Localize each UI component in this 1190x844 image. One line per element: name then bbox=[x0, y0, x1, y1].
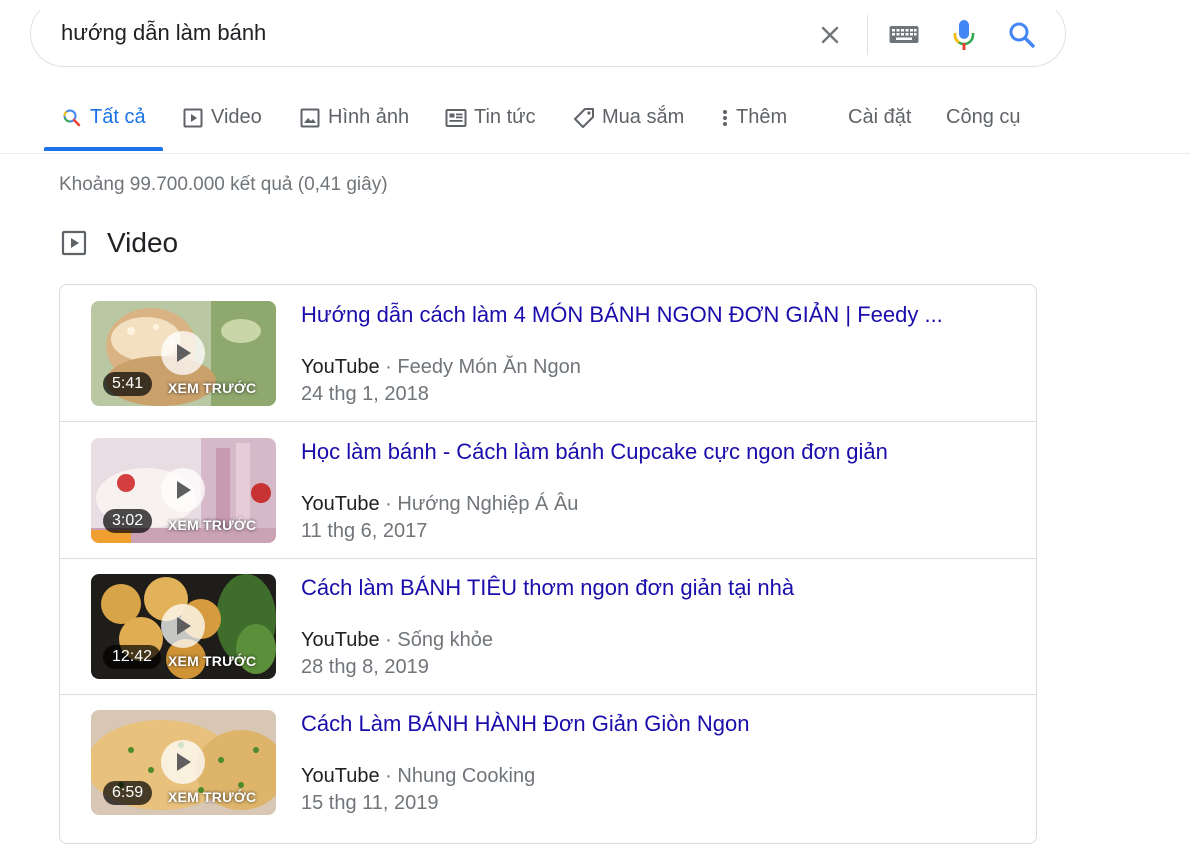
video-title-link[interactable]: Học làm bánh - Cách làm bánh Cupcake cực… bbox=[301, 438, 1011, 466]
preview-label: XEM TRƯỚC bbox=[168, 789, 257, 805]
video-date: 28 thg 8, 2019 bbox=[301, 656, 429, 678]
video-channel: Nhung Cooking bbox=[397, 765, 536, 787]
clear-icon[interactable] bbox=[813, 18, 847, 52]
video-thumbnail[interactable]: 12:42 XEM TRƯỚC bbox=[91, 574, 276, 679]
tag-icon bbox=[572, 106, 596, 130]
video-source: YouTube bbox=[301, 356, 380, 378]
video-thumbnail[interactable]: 5:41 XEM TRƯỚC bbox=[91, 301, 276, 406]
tab-label: Tin tức bbox=[474, 106, 536, 128]
video-title-link[interactable]: Hướng dẫn cách làm 4 MÓN BÁNH NGON ĐƠN G… bbox=[301, 301, 1011, 329]
preview-label: XEM TRƯỚC bbox=[168, 517, 257, 533]
meta-separator: · bbox=[379, 765, 398, 787]
video-title-link[interactable]: Cách làm BÁNH TIÊU thơm ngon đơn giản tạ… bbox=[301, 574, 1011, 602]
meta-separator: · bbox=[379, 493, 398, 515]
play-box-icon bbox=[181, 106, 205, 130]
video-meta: YouTube · Hướng Nghiệp Á Âu bbox=[301, 491, 578, 517]
meta-separator: · bbox=[379, 356, 398, 378]
video-date: 11 thg 6, 2017 bbox=[301, 520, 428, 542]
tab-video[interactable]: Video bbox=[181, 95, 262, 151]
tabs-divider bbox=[0, 153, 1190, 154]
tab-news[interactable]: Tin tức bbox=[444, 95, 536, 151]
tab-images[interactable]: Hình ảnh bbox=[298, 95, 409, 151]
video-date: 24 thg 1, 2018 bbox=[301, 383, 429, 405]
video-duration: 3:02 bbox=[103, 509, 153, 533]
search-icon[interactable] bbox=[1005, 18, 1039, 52]
video-result[interactable]: 6:59 XEM TRƯỚC Cách Làm BÁNH HÀNH Đơn Gi… bbox=[60, 694, 1036, 831]
video-duration: 12:42 bbox=[103, 645, 162, 669]
video-meta: YouTube · Nhung Cooking bbox=[301, 763, 535, 789]
search-box-divider bbox=[867, 15, 868, 55]
tab-more[interactable]: Thêm bbox=[718, 95, 787, 151]
tab-label: Công cụ bbox=[946, 106, 1021, 128]
video-carousel: 5:41 XEM TRƯỚC Hướng dẫn cách làm 4 MÓN … bbox=[59, 284, 1037, 844]
video-result[interactable]: 12:42 XEM TRƯỚC Cách làm BÁNH TIÊU thơm … bbox=[60, 558, 1036, 695]
play-icon[interactable] bbox=[161, 468, 205, 512]
video-result[interactable]: 5:41 XEM TRƯỚC Hướng dẫn cách làm 4 MÓN … bbox=[60, 285, 1036, 422]
video-meta: YouTube · Feedy Món Ăn Ngon bbox=[301, 354, 581, 380]
play-icon[interactable] bbox=[161, 604, 205, 648]
tab-label: Hình ảnh bbox=[328, 106, 410, 128]
tab-shopping[interactable]: Mua sắm bbox=[572, 95, 684, 151]
image-icon bbox=[298, 106, 322, 130]
video-title-link[interactable]: Cách Làm BÁNH HÀNH Đơn Giản Giòn Ngon bbox=[301, 710, 1011, 738]
play-icon[interactable] bbox=[161, 331, 205, 375]
search-input[interactable]: hướng dẫn làm bánh bbox=[61, 20, 266, 46]
tab-tools[interactable]: Công cụ bbox=[946, 95, 1021, 151]
tab-label: Thêm bbox=[736, 106, 788, 128]
mic-icon[interactable] bbox=[947, 18, 981, 52]
more-vert-icon bbox=[718, 106, 732, 130]
video-duration: 5:41 bbox=[103, 372, 153, 396]
meta-separator: · bbox=[379, 629, 398, 651]
video-result[interactable]: 3:02 XEM TRƯỚC Học làm bánh - Cách làm b… bbox=[60, 422, 1036, 559]
active-tab-indicator bbox=[44, 147, 163, 151]
preview-label: XEM TRƯỚC bbox=[168, 653, 257, 669]
video-date: 15 thg 11, 2019 bbox=[301, 792, 439, 814]
video-channel: Sống khỏe bbox=[397, 629, 494, 651]
result-stats: Khoảng 99.700.000 kết quả (0,41 giây) bbox=[59, 174, 388, 195]
keyboard-icon[interactable] bbox=[887, 18, 921, 52]
play-box-icon bbox=[60, 229, 88, 257]
video-source: YouTube bbox=[301, 765, 380, 787]
video-channel: Hướng Nghiệp Á Âu bbox=[397, 493, 579, 515]
tab-all[interactable]: Tất cả bbox=[60, 95, 146, 151]
video-source: YouTube bbox=[301, 493, 380, 515]
tab-settings[interactable]: Cài đặt bbox=[848, 95, 911, 151]
search-box[interactable]: hướng dẫn làm bánh bbox=[30, 0, 1066, 67]
video-meta: YouTube · Sống khỏe bbox=[301, 627, 493, 653]
preview-label: XEM TRƯỚC bbox=[168, 380, 257, 396]
video-thumbnail[interactable]: 3:02 XEM TRƯỚC bbox=[91, 438, 276, 543]
search-tabs: Tất cả Video Hình ảnh Tin tức Mua sắm Th… bbox=[0, 95, 1190, 153]
video-channel: Feedy Món Ăn Ngon bbox=[397, 356, 581, 378]
video-duration: 6:59 bbox=[103, 781, 153, 805]
tab-label: Mua sắm bbox=[602, 106, 685, 128]
video-section-title: Video bbox=[107, 227, 179, 258]
play-icon[interactable] bbox=[161, 740, 205, 784]
news-icon bbox=[444, 106, 468, 130]
tab-label: Cài đặt bbox=[848, 106, 912, 128]
search-icon bbox=[60, 106, 84, 130]
tab-label: Video bbox=[211, 106, 262, 128]
tab-label: Tất cả bbox=[90, 106, 146, 128]
video-section-header: Video bbox=[60, 226, 178, 260]
video-source: YouTube bbox=[301, 629, 380, 651]
video-thumbnail[interactable]: 6:59 XEM TRƯỚC bbox=[91, 710, 276, 815]
